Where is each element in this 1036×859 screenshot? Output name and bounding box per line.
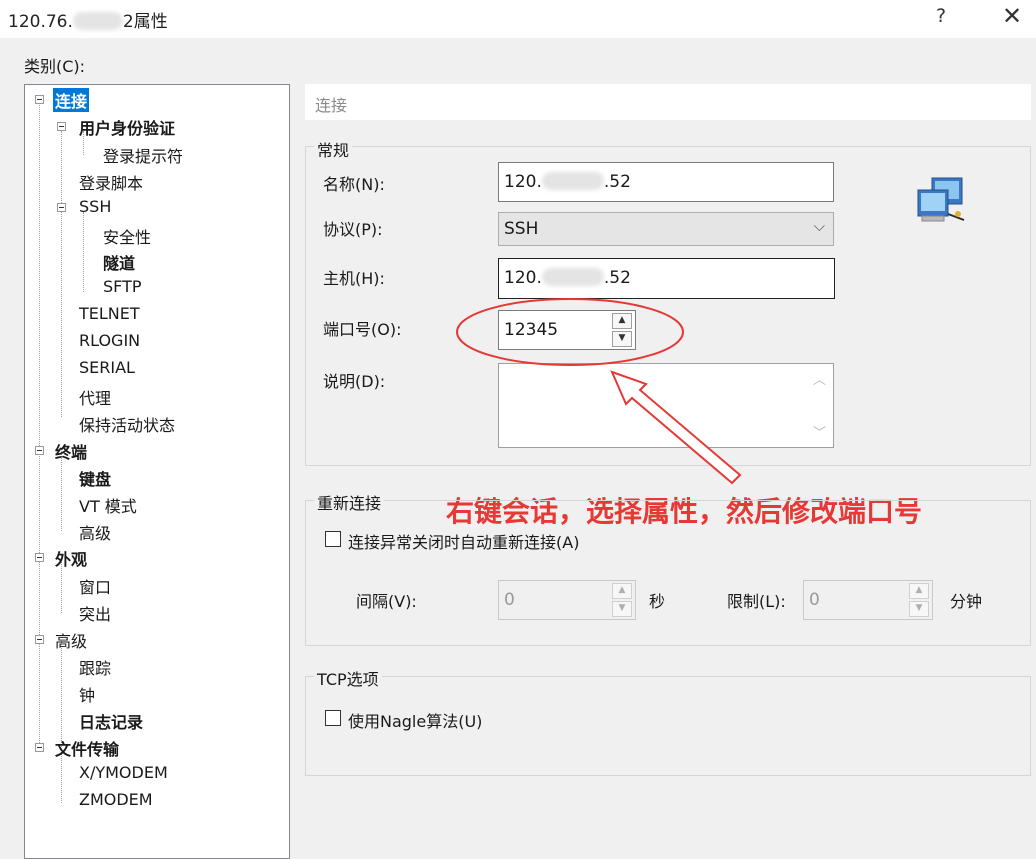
tree-line [39, 447, 40, 555]
collapse-toggle[interactable] [57, 122, 66, 131]
annotation-arrow [610, 370, 742, 485]
tree-item-keepalive[interactable]: 保持活动状态 [79, 412, 175, 436]
title-bar: 120.76. 2属性 ? ✕ [0, 0, 1036, 38]
host-label: 主机(H): [323, 269, 385, 288]
reconnect-title: 重新连接 [314, 490, 385, 514]
tree-item-security[interactable]: 安全性 [103, 224, 151, 248]
annotation-ellipse [456, 298, 684, 366]
limit-label: 限制(L): [727, 592, 786, 611]
name-label: 名称(N): [323, 175, 385, 194]
panel-header: 连接 [305, 84, 1031, 120]
tree-item-appearance[interactable]: 外观 [55, 546, 87, 570]
tree-item-advanced[interactable]: 高级 [55, 628, 87, 652]
reconnect-group [305, 500, 1031, 646]
protocol-value: SSH [504, 219, 539, 239]
tree-line [39, 555, 40, 637]
category-label: 类别(C): [24, 57, 86, 76]
annotation-overlay [456, 298, 742, 485]
collapse-toggle[interactable] [35, 95, 44, 104]
tree-item-auth[interactable]: 用户身份验证 [79, 115, 175, 139]
port-label: 端口号(O): [323, 320, 402, 339]
seconds-unit: 秒 [649, 592, 666, 611]
tree-item-serial[interactable]: SERIAL [79, 358, 135, 377]
tree-item-trace[interactable]: 跟踪 [79, 655, 111, 679]
tree-line [61, 451, 62, 531]
tree-item-ssh[interactable]: SSH [79, 197, 111, 216]
tree-item-keyboard[interactable]: 键盘 [79, 466, 111, 490]
interval-spin-down[interactable]: ▼ [612, 601, 632, 617]
tree-line [61, 641, 62, 749]
interval-label: 间隔(V): [356, 592, 417, 611]
tcp-title: TCP选项 [314, 666, 382, 690]
redacted-ip [541, 172, 604, 190]
tree-item-tunnel[interactable]: 隧道 [103, 250, 135, 274]
limit-spin-up[interactable]: ▲ [909, 583, 929, 599]
tree-line [83, 212, 84, 292]
tree-item-terminal-advanced[interactable]: 高级 [79, 520, 111, 544]
redacted-ip [72, 12, 123, 30]
tree-item-terminal[interactable]: 终端 [55, 439, 87, 463]
tree-item-vt-mode[interactable]: VT 模式 [79, 493, 137, 517]
tree-item-file-transfer[interactable]: 文件传输 [55, 736, 119, 760]
auto-reconnect-label: 连接异常关闭时自动重新连接(A) [348, 533, 580, 552]
minutes-unit: 分钟 [950, 592, 983, 611]
tree-line [39, 105, 40, 448]
nagle-checkbox[interactable] [325, 710, 341, 726]
desc-label: 说明(D): [323, 372, 386, 391]
collapse-toggle[interactable] [35, 446, 44, 455]
collapse-toggle[interactable] [57, 203, 66, 212]
name-field[interactable]: 120. .52 [498, 162, 834, 202]
protocol-label: 协议(P): [323, 220, 383, 239]
tree-item-rlogin[interactable]: RLOGIN [79, 331, 140, 350]
window-title: 120.76. 2属性 [8, 12, 168, 32]
general-title: 常规 [314, 137, 353, 161]
tree-line [39, 637, 40, 745]
tree-line [61, 131, 62, 417]
help-button[interactable]: ? [936, 5, 946, 27]
nagle-label: 使用Nagle算法(U) [348, 712, 483, 731]
auto-reconnect-checkbox[interactable] [325, 531, 341, 547]
close-button[interactable]: ✕ [1002, 2, 1022, 30]
tree-item-bell[interactable]: 钟 [79, 682, 95, 706]
collapse-toggle[interactable] [35, 743, 44, 752]
network-computer-icon [917, 177, 965, 222]
protocol-select[interactable]: SSH ⌵ [498, 212, 834, 246]
scroll-up-icon[interactable]: ︿ [813, 369, 826, 388]
category-tree[interactable]: 连接 用户身份验证 登录提示符 登录脚本 SSH 安全性 隧道 SFTP TEL… [24, 84, 290, 859]
tree-item-sftp[interactable]: SFTP [103, 277, 142, 296]
tree-item-zmodem[interactable]: ZMODEM [79, 790, 153, 809]
tree-item-connection[interactable]: 连接 [53, 88, 90, 112]
redacted-ip [541, 268, 604, 286]
interval-spin-up[interactable]: ▲ [612, 583, 632, 599]
chevron-down-icon: ⌵ [813, 217, 825, 235]
tree-item-xymodem[interactable]: X/YMODEM [79, 763, 168, 782]
tree-item-telnet[interactable]: TELNET [79, 304, 140, 323]
scroll-down-icon[interactable]: ﹀ [813, 422, 826, 441]
limit-spin-down[interactable]: ▼ [909, 601, 929, 617]
tree-item-login-prompt[interactable]: 登录提示符 [103, 143, 183, 167]
tree-item-logging[interactable]: 日志记录 [79, 709, 143, 733]
tree-item-highlight[interactable]: 突出 [79, 601, 111, 625]
tree-item-proxy[interactable]: 代理 [79, 385, 111, 409]
tree-item-login-script[interactable]: 登录脚本 [79, 170, 143, 194]
collapse-toggle[interactable] [35, 553, 44, 562]
tree-item-window[interactable]: 窗口 [79, 574, 111, 598]
collapse-toggle[interactable] [35, 635, 44, 644]
